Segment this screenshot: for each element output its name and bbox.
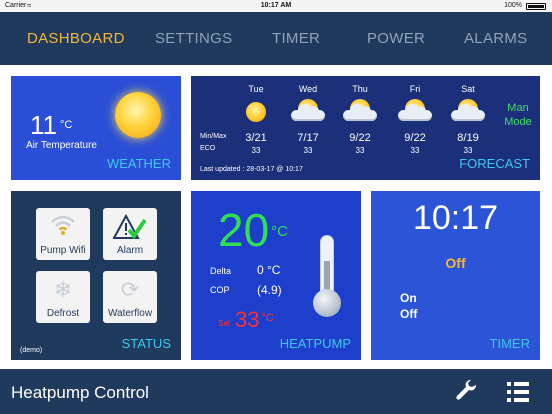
forecast-eco: 33 bbox=[463, 146, 473, 155]
tab-alarms[interactable]: ALARMS bbox=[464, 30, 528, 47]
forecast-day: Thu bbox=[352, 84, 368, 94]
delta-label: Delta bbox=[210, 266, 232, 276]
weather-title: WEATHER bbox=[106, 156, 171, 171]
eco-label: ECO bbox=[200, 145, 216, 152]
cop-label: COP bbox=[210, 285, 230, 295]
timer-clock: 10:17 bbox=[412, 199, 499, 237]
weather-panel[interactable]: 11 °C Air Temperature WEATHER bbox=[11, 76, 181, 180]
partly-cloudy-icon bbox=[448, 98, 488, 124]
heatpump-title: HEATPUMP bbox=[279, 336, 351, 351]
partly-cloudy-icon bbox=[395, 98, 435, 124]
sun-icon bbox=[115, 92, 161, 138]
forecast-minmax: 9/22 bbox=[404, 132, 426, 144]
last-updated: Last updated : 28-03-17 @ 10:17 bbox=[200, 166, 303, 173]
minmax-label: Min/Max bbox=[200, 133, 227, 140]
forecast-minmax: 3/21 bbox=[245, 132, 267, 144]
waterflow-icon: ⟳ bbox=[120, 277, 140, 302]
partly-cloudy-icon bbox=[340, 98, 380, 124]
alarm-tile[interactable]: Alarm bbox=[103, 208, 157, 260]
tab-dashboard[interactable]: DASHBOARD bbox=[27, 30, 125, 47]
forecast-day: Sat bbox=[461, 84, 475, 94]
sun-icon bbox=[236, 98, 276, 124]
forecast-minmax: 8/19 bbox=[457, 132, 479, 144]
forecast-day: Tue bbox=[248, 84, 264, 94]
heatpump-panel[interactable]: 20 °C Delta 0 °C COP (4.9) Set 33 °C HEATP… bbox=[191, 191, 361, 360]
timer-state: Off bbox=[445, 255, 466, 271]
partly-cloudy-icon bbox=[288, 98, 328, 124]
set-label: Set bbox=[218, 319, 231, 328]
timer-off-label: Off bbox=[400, 307, 418, 321]
battery-percent: 100% bbox=[504, 2, 522, 9]
forecast-eco: 33 bbox=[251, 146, 261, 155]
setpoint-value[interactable]: 33 °C bbox=[235, 307, 274, 333]
snowflake-icon: ❄ bbox=[53, 277, 73, 302]
forecast-eco: 33 bbox=[355, 146, 365, 155]
timer-title: TIMER bbox=[489, 336, 530, 351]
ios-status-bar: Carrier ≈ 10:17 AM 100% bbox=[0, 0, 552, 12]
cop-value: (4.9) bbox=[257, 283, 282, 297]
wifi-icon bbox=[36, 214, 90, 240]
status-title: STATUS bbox=[121, 336, 171, 351]
alarm-check-icon bbox=[103, 213, 157, 240]
app-title: Heatpump Control bbox=[11, 383, 149, 402]
forecast-panel[interactable]: Tue Wed Thu Fri Sat Min/Max ECO 3/21 7/1… bbox=[191, 76, 540, 180]
tab-power[interactable]: POWER bbox=[367, 30, 425, 47]
list-icon[interactable] bbox=[506, 380, 530, 404]
delta-value: 0 °C bbox=[257, 263, 281, 277]
tab-settings[interactable]: SETTINGS bbox=[155, 30, 232, 47]
air-temperature-label: Air Temperature bbox=[26, 140, 97, 151]
forecast-eco: 33 bbox=[303, 146, 313, 155]
forecast-title: FORECAST bbox=[459, 156, 530, 171]
forecast-day: Fri bbox=[409, 84, 421, 94]
defrost-tile[interactable]: ❄ Defrost bbox=[36, 271, 90, 323]
forecast-day: Wed bbox=[298, 84, 318, 94]
demo-label: (demo) bbox=[20, 347, 43, 354]
bottom-bar: Heatpump Control bbox=[0, 369, 552, 414]
wrench-icon[interactable] bbox=[455, 379, 479, 403]
forecast-minmax: 9/22 bbox=[349, 132, 371, 144]
forecast-eco: 33 bbox=[410, 146, 420, 155]
timer-panel[interactable]: 10:17 Off On Off TIMER bbox=[371, 191, 540, 360]
battery-icon bbox=[526, 3, 546, 10]
top-nav: DASHBOARD SETTINGS TIMER POWER ALARMS bbox=[0, 12, 552, 65]
air-temperature-value: 11 °C bbox=[30, 110, 73, 140]
timer-on-label: On bbox=[400, 291, 417, 305]
heatpump-temperature: 20 °C bbox=[218, 204, 289, 256]
status-panel: Pump Wifi Alarm ❄ Defrost ⟳ Waterflow (d… bbox=[11, 191, 181, 360]
status-time: 10:17 AM bbox=[260, 2, 292, 9]
waterflow-tile[interactable]: ⟳ Waterflow bbox=[103, 271, 157, 323]
manual-mode-toggle[interactable]: Man Mode bbox=[497, 101, 539, 129]
forecast-minmax: 7/17 bbox=[297, 132, 319, 144]
tab-timer[interactable]: TIMER bbox=[272, 30, 320, 47]
pump-wifi-tile[interactable]: Pump Wifi bbox=[36, 208, 90, 260]
